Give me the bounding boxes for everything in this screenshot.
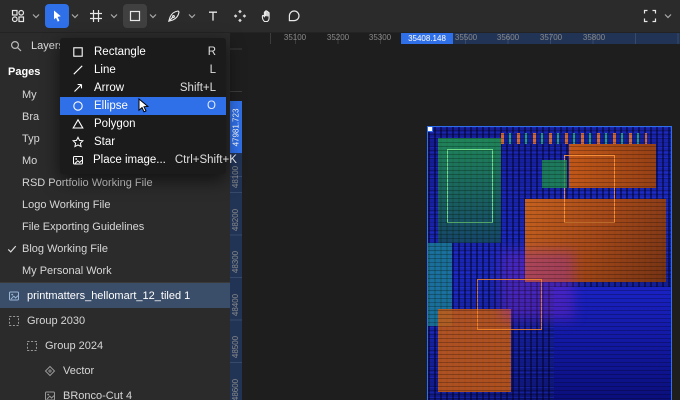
frame-tool-button[interactable] [84, 4, 108, 28]
menu-item-label: Line [94, 64, 116, 76]
layer-row[interactable]: BRonco-Cut 4 [0, 383, 230, 400]
ellipse-icon [72, 100, 85, 112]
canvas-image[interactable] [428, 127, 671, 400]
menu-item-label: Arrow [94, 82, 125, 94]
menu-item-label: Star [94, 136, 116, 148]
page-item[interactable]: RSD Portfolio Working File [0, 172, 230, 194]
layer-row[interactable]: Group 2024 [0, 333, 230, 358]
menu-item-label: Polygon [94, 118, 136, 130]
chevron-down-icon[interactable] [69, 4, 81, 28]
ruler-tick-label: 48300 [231, 250, 240, 274]
search-icon[interactable] [10, 40, 22, 52]
design-app-window: 35100 35200 35300 35500 35600 35700 3580… [0, 0, 680, 400]
fit-view-button[interactable] [638, 4, 662, 28]
toolbar [0, 0, 680, 33]
shape-tools-button[interactable] [123, 4, 147, 28]
page-item[interactable]: File Exporting Guidelines [0, 216, 230, 238]
menu-item-place-image[interactable]: Place image... Ctrl+Shift+K [60, 151, 237, 169]
layer-row[interactable]: Vector [0, 358, 230, 383]
polygon-icon [72, 118, 85, 130]
pen-tool-button[interactable] [162, 4, 186, 28]
check-icon [7, 244, 17, 254]
horizontal-ruler: 35100 35200 35300 35500 35600 35700 3580… [230, 32, 680, 44]
selection-x-coordinate-badge: 35408.148 [401, 32, 453, 44]
ruler-tick-label: 48500 [231, 335, 240, 359]
mouse-cursor [138, 98, 152, 114]
chevron-down-icon[interactable] [186, 4, 198, 28]
chevron-down-icon[interactable] [108, 4, 120, 28]
layer-row-selected[interactable]: printmatters_hellomart_12_tiled 1 [0, 283, 230, 308]
menu-item-star[interactable]: Star [60, 133, 226, 151]
menu-item-shortcut: Ctrl+Shift+K [174, 154, 237, 166]
text-tool-button[interactable] [201, 4, 225, 28]
line-icon [72, 64, 85, 76]
image-layer-icon [44, 390, 56, 400]
menu-item-label: Place image... [93, 154, 166, 166]
vertical-ruler: 48100 48200 48300 48400 48500 48600 4798… [230, 44, 242, 400]
ruler-tick-label: 35800 [582, 33, 606, 42]
image-layer-icon [8, 290, 20, 302]
chevron-down-icon[interactable] [147, 4, 159, 28]
menu-item-arrow[interactable]: Arrow Shift+L [60, 79, 226, 97]
arrow-icon [72, 82, 85, 94]
menu-item-label: Rectangle [94, 46, 146, 58]
rectangle-icon [72, 46, 85, 58]
page-item[interactable]: Logo Working File [0, 194, 230, 216]
menu-item-rectangle[interactable]: Rectangle R [60, 43, 226, 61]
menu-item-polygon[interactable]: Polygon [60, 115, 226, 133]
ruler-tick-label: 48400 [231, 293, 240, 317]
selection-handle-top-left[interactable] [428, 127, 433, 132]
ruler-tick-label: 48600 [231, 378, 240, 400]
menu-item-shortcut: Shift+L [179, 82, 216, 94]
star-icon [72, 136, 85, 148]
hand-tool-button[interactable] [255, 4, 279, 28]
main-menu-button[interactable] [6, 4, 30, 28]
ruler-tick-label: 35300 [368, 33, 392, 42]
ruler-tick-label: 35600 [496, 33, 520, 42]
group-icon [26, 340, 38, 352]
menu-item-shortcut: L [209, 64, 216, 76]
layers-list: printmatters_hellomart_12_tiled 1 Group … [0, 282, 230, 400]
ruler-tick-label: 35500 [454, 33, 478, 42]
ruler-tick-label: 35700 [539, 33, 563, 42]
menu-item-line[interactable]: Line L [60, 61, 226, 79]
ruler-tick-label: 48200 [231, 208, 240, 232]
vector-icon [44, 365, 56, 377]
layer-row[interactable]: Group 2030 [0, 308, 230, 333]
chevron-down-icon[interactable] [30, 4, 42, 28]
menu-item-shortcut: O [207, 100, 216, 112]
ruler-tick-label: 35200 [326, 33, 350, 42]
page-item[interactable]: My Personal Work [0, 260, 230, 282]
selection-y-coordinate-badge: 47981.723 [230, 101, 242, 153]
menu-item-shortcut: R [207, 46, 216, 58]
chevron-down-icon[interactable] [662, 4, 674, 28]
image-icon [72, 154, 84, 166]
group-icon [8, 315, 20, 327]
move-tool-button[interactable] [45, 4, 69, 28]
comment-button[interactable] [282, 4, 306, 28]
page-item-current[interactable]: Blog Working File [0, 238, 230, 260]
components-button[interactable] [228, 4, 252, 28]
ruler-tick-label: 35100 [283, 33, 307, 42]
